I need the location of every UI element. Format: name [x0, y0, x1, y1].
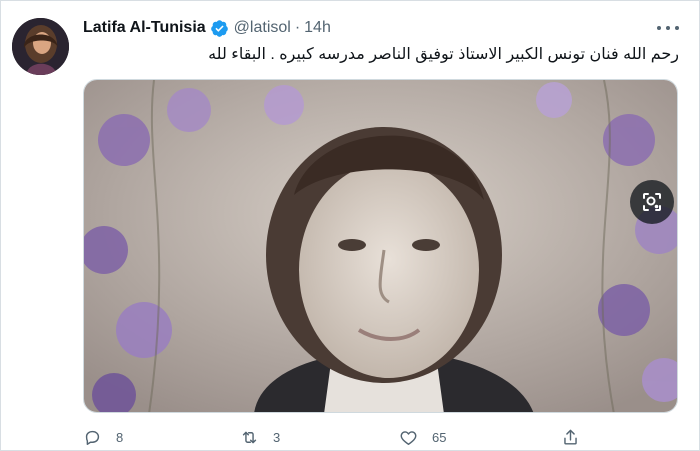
avatar-image: [12, 18, 69, 75]
author-display-name[interactable]: Latifa Al-Tunisia: [83, 19, 206, 37]
tweet-header: Latifa Al-Tunisia @latisol · 14h: [83, 17, 331, 39]
verified-badge-icon: [210, 19, 228, 37]
reply-count: 8: [116, 429, 124, 445]
more-dot-icon: [666, 26, 670, 30]
like-count: 65: [432, 429, 447, 445]
reply-icon: [85, 430, 100, 445]
tweet-text: رحم الله فنان تونس الكبير الاستاذ توفيق …: [208, 46, 679, 63]
more-dot-icon: [657, 26, 661, 30]
heart-icon: [400, 430, 417, 445]
share-button[interactable]: [561, 425, 580, 449]
retweet-count: 3: [273, 429, 281, 445]
retweet-button[interactable]: 3: [240, 425, 280, 449]
header-separator: ·: [294, 19, 301, 36]
media-photo: [84, 80, 677, 412]
tweet-media[interactable]: [83, 79, 678, 413]
tweet-actions: 8 3 65: [83, 425, 603, 449]
tweet-timestamp[interactable]: 14h: [304, 19, 331, 37]
more-dot-icon: [675, 26, 679, 30]
lens-icon: [643, 193, 661, 211]
retweet-icon: [242, 431, 257, 443]
share-icon: [564, 429, 577, 445]
author-avatar[interactable]: [12, 18, 69, 75]
more-options-button[interactable]: [657, 21, 679, 35]
tweet-card[interactable]: Latifa Al-Tunisia @latisol · 14h رحم الل…: [0, 0, 700, 451]
visual-search-button[interactable]: [630, 180, 674, 224]
author-handle[interactable]: @latisol: [234, 19, 291, 37]
reply-button[interactable]: 8: [83, 425, 123, 449]
like-button[interactable]: 65: [399, 425, 446, 449]
